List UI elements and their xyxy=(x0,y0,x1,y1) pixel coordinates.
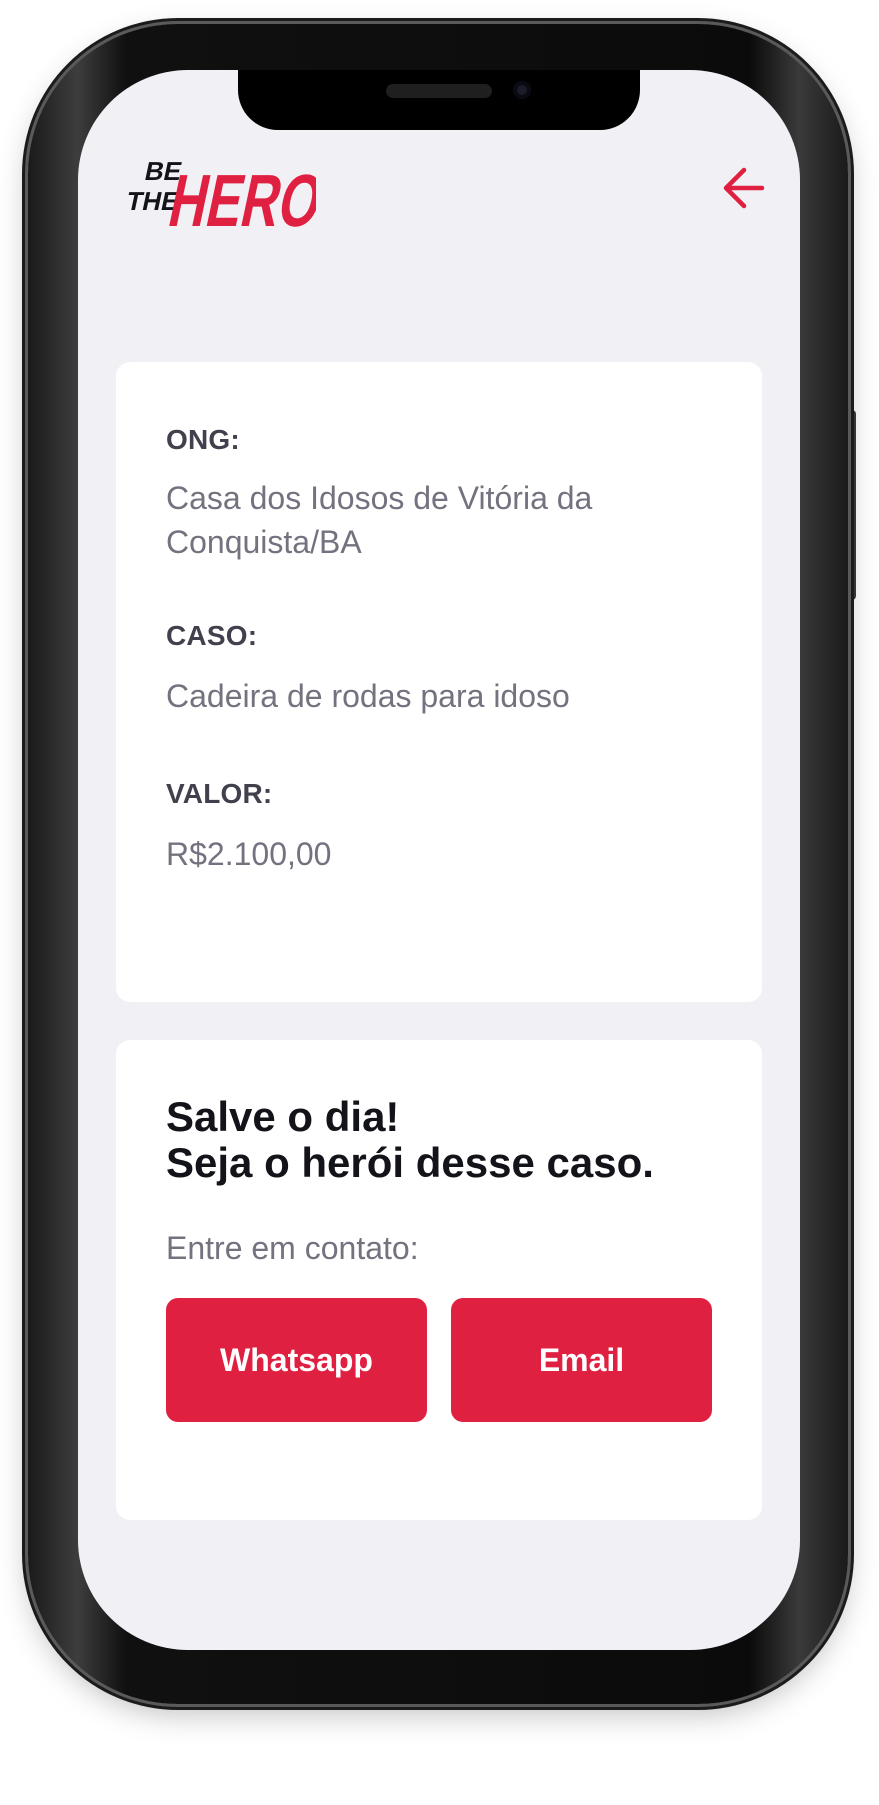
arrow-left-icon xyxy=(723,167,765,209)
value-amount: R$2.100,00 xyxy=(166,836,332,872)
contact-title-line1: Salve o dia! xyxy=(166,1093,400,1140)
app-screen: BE THE HERO ONG: Casa dos Idosos de Vitó… xyxy=(78,70,800,1650)
speaker xyxy=(386,84,492,98)
contact-hint: Entre em contato: xyxy=(166,1230,419,1266)
notch xyxy=(238,70,640,130)
back-button[interactable] xyxy=(718,162,770,214)
logo-text-hero: HERO xyxy=(162,159,316,242)
device-mockup: BE THE HERO ONG: Casa dos Idosos de Vitó… xyxy=(0,0,879,1805)
ong-label: ONG: xyxy=(166,424,240,455)
value-label: VALOR: xyxy=(166,778,273,809)
be-the-hero-logo: BE THE HERO xyxy=(124,156,316,242)
case-label: CASO: xyxy=(166,620,258,651)
contact-title: Salve o dia! Seja o herói desse caso. xyxy=(166,1094,654,1186)
incident-card: ONG: Casa dos Idosos de Vitória da Conqu… xyxy=(116,362,762,1002)
email-button[interactable]: Email xyxy=(451,1298,712,1422)
whatsapp-button[interactable]: Whatsapp xyxy=(166,1298,427,1422)
front-camera xyxy=(513,81,531,99)
contact-card: Salve o dia! Seja o herói desse caso. En… xyxy=(116,1040,762,1520)
ong-value: Casa dos Idosos de Vitória da Conquista/… xyxy=(166,480,593,560)
contact-actions: Whatsapp Email xyxy=(166,1298,712,1422)
case-value: Cadeira de rodas para idoso xyxy=(166,678,570,714)
contact-title-line2: Seja o herói desse caso. xyxy=(166,1139,654,1186)
